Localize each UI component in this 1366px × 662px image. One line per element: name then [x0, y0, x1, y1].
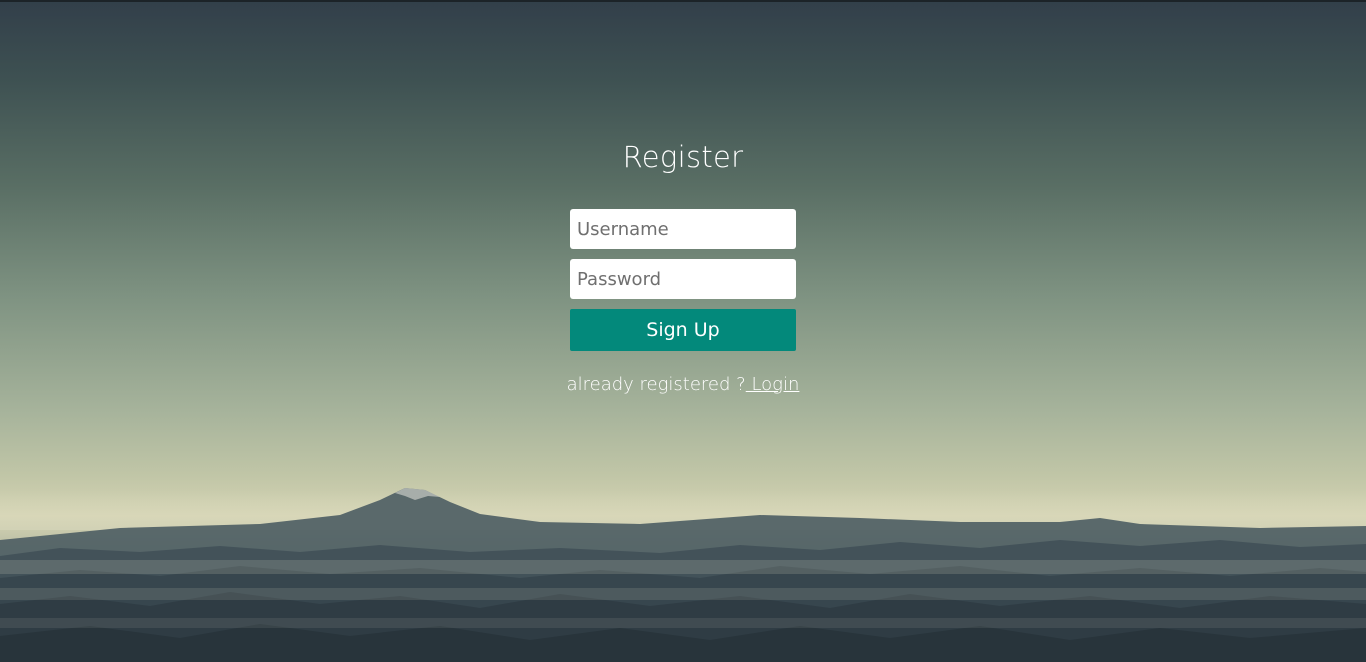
password-input[interactable] [570, 259, 796, 299]
register-form: Register Sign Up already registered ? Lo… [0, 0, 1366, 662]
username-input[interactable] [570, 209, 796, 249]
sign-up-button[interactable]: Sign Up [570, 309, 796, 351]
login-prompt: already registered ? Login [483, 374, 883, 395]
login-link[interactable]: Login [746, 374, 799, 395]
page-title: Register [622, 140, 744, 174]
already-registered-text: already registered ? [566, 374, 746, 395]
